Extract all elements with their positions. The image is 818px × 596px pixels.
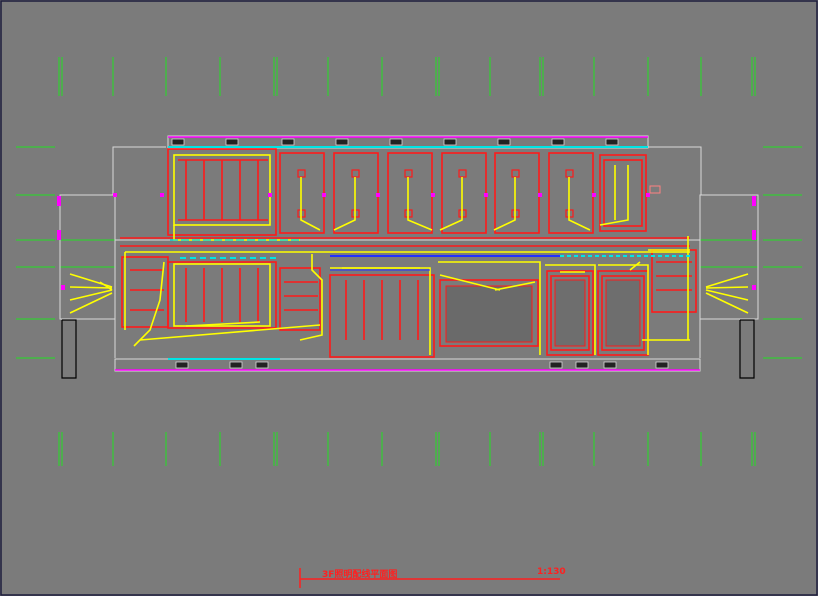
- drawing-frame: [0, 0, 818, 596]
- drawing-scale: 1:130: [537, 567, 566, 577]
- panel-box: [649, 185, 661, 194]
- top-windows: [167, 135, 649, 149]
- fixture-symbols: [297, 169, 574, 218]
- drawing-title: 3F照明配线平面图: [322, 570, 398, 580]
- hatched-area: [445, 279, 641, 347]
- floor-plan-drawing: [0, 0, 818, 596]
